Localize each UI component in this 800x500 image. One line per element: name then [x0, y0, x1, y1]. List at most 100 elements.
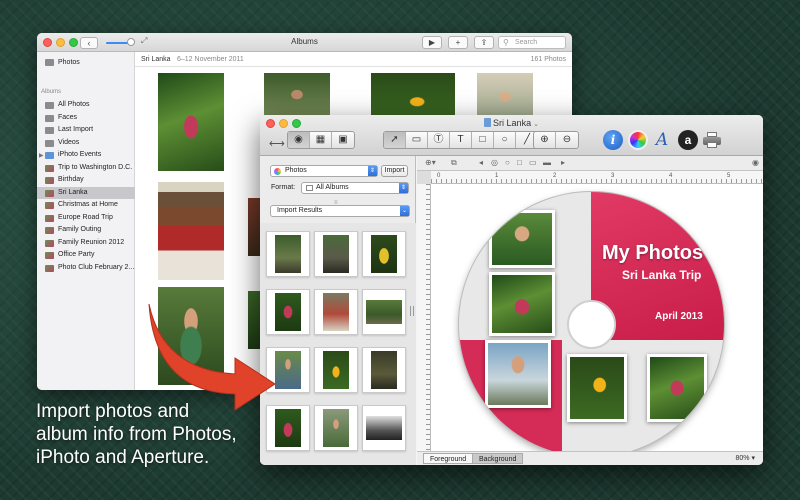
disc-photo[interactable] [567, 354, 627, 422]
backgrounds-icon[interactable]: ▣ [332, 132, 354, 148]
result-thumbnail[interactable] [314, 231, 358, 277]
disc-view-icon[interactable]: ◎ [491, 158, 498, 167]
drawing-tools: ➚ ▭ Ⓣ T □ ○ ╱ [383, 131, 539, 149]
photo-thumbnail[interactable] [371, 73, 455, 121]
sidebar-item-sri-lanka[interactable]: Sri Lanka [37, 186, 135, 199]
sidebar-item-trip-to-washington-d-c[interactable]: Trip to Washington D.C. [37, 162, 135, 174]
disc-photo[interactable] [647, 354, 707, 422]
photo-count: 161 Photos [530, 56, 566, 63]
sidebar-item-europe-road-trip[interactable]: Europe Road Trip [37, 212, 135, 224]
text-tool-icon[interactable]: T [450, 132, 472, 148]
import-button[interactable]: Import [381, 165, 408, 177]
sidebar-item-birthday[interactable]: Birthday [37, 174, 135, 186]
disc-date[interactable]: April 2013 [655, 311, 703, 322]
document-title[interactable]: Sri Lanka ⌄ [260, 118, 763, 128]
sidebar-item-label: Family Outing [58, 226, 102, 233]
chevron-down-icon: ⌄ [533, 121, 539, 128]
disclosure-triangle-icon[interactable]: ▶ [39, 150, 44, 161]
zoom-in-icon[interactable]: ⊕ [534, 132, 556, 148]
result-thumbnail[interactable] [314, 405, 358, 451]
layouts-icon[interactable]: ▦ [310, 132, 332, 148]
disc-photo[interactable] [489, 210, 555, 268]
sidebar-item-office-party[interactable]: Office Party [37, 249, 135, 261]
format-value: All Albums [316, 184, 349, 191]
print-icon[interactable] [703, 132, 721, 148]
sidebar-item-photos[interactable]: Photos [37, 56, 135, 69]
tab-background[interactable]: Background [472, 453, 524, 464]
import-results-popup[interactable]: Import Results ⌄ [270, 205, 410, 217]
zoom-out-icon[interactable]: ⊖ [556, 132, 578, 148]
disc-subtitle[interactable]: Sri Lanka Trip [622, 268, 701, 282]
wide-view-icon[interactable]: ▬ [543, 158, 551, 167]
collapse-panel-icon[interactable]: ⟷ [269, 137, 285, 150]
sidebar-item-last-import[interactable]: Last Import [37, 124, 135, 136]
album-icon [45, 202, 54, 209]
photo-thumbnail[interactable] [248, 198, 260, 256]
caption-line: album info from Photos, [36, 424, 237, 445]
disc-label[interactable]: My Photos Sri Lanka Trip April 2013 [459, 192, 724, 451]
pointer-tool-icon[interactable]: ➚ [384, 132, 406, 148]
photo-thumbnail[interactable] [158, 182, 224, 280]
album-icon [45, 227, 54, 234]
sidebar-item-family-reunion-2012[interactable]: Family Reunion 2012 [37, 237, 135, 249]
square-view-icon[interactable]: □ [517, 158, 522, 167]
sidebar-item-christmas-at-home[interactable]: Christmas at Home [37, 199, 135, 211]
ruler-tick: 4 [669, 173, 673, 179]
info-icon[interactable]: i [603, 130, 623, 150]
sidebar-item-all-photos[interactable]: All Photos [37, 99, 135, 111]
sidebar-item-label: Trip to Washington D.C. [58, 163, 133, 171]
amazon-icon[interactable]: a [678, 130, 698, 150]
curved-text-tool-icon[interactable]: Ⓣ [428, 132, 450, 148]
sidebar-item-family-outing[interactable]: Family Outing [37, 224, 135, 236]
source-value: Photos [285, 167, 307, 174]
ellipse-tool-icon[interactable]: ○ [494, 132, 516, 148]
add-button[interactable]: + [448, 36, 468, 49]
result-thumbnail[interactable] [266, 231, 310, 277]
sidebar-item-faces[interactable]: Faces [37, 112, 135, 124]
photo-thumbnail[interactable] [264, 73, 330, 121]
panel-resize-handle[interactable] [410, 306, 414, 316]
add-object-icon[interactable]: ⊕▾ [425, 158, 436, 167]
photo-browser-icon[interactable]: ◉ [288, 132, 310, 148]
sidebar-item-iphoto-events[interactable]: ▶ iPhoto Events [37, 149, 135, 161]
share-button[interactable]: ⇪ [474, 36, 494, 49]
caption-line: Import photos and [36, 401, 190, 422]
rect-view-icon[interactable]: ▭ [529, 158, 537, 167]
photo-thumbnail[interactable] [158, 73, 224, 171]
photos-icon [45, 59, 54, 66]
format-popup[interactable]: All Albums ⇕ [301, 182, 409, 194]
eye-icon[interactable]: ◉ [752, 158, 759, 167]
zoom-level[interactable]: 80% ▾ [736, 454, 755, 462]
sidebar-section-albums: Albums [41, 89, 62, 95]
text-box-tool-icon[interactable]: ▭ [406, 132, 428, 148]
result-thumbnail[interactable] [314, 289, 358, 335]
search-placeholder: Search [515, 39, 538, 46]
sidebar-item-videos[interactable]: Videos [37, 137, 135, 149]
circle-view-icon[interactable]: ○ [505, 158, 510, 167]
disc-photo[interactable] [489, 272, 555, 336]
sidebar-item-label: Faces [58, 113, 78, 121]
result-thumbnail[interactable] [362, 289, 406, 335]
arrange-icon[interactable]: ⧉ [451, 158, 457, 168]
next-icon[interactable]: ▸ [561, 158, 565, 167]
disc-title[interactable]: My Photos [602, 242, 703, 265]
result-thumbnail[interactable] [362, 405, 406, 451]
result-thumbnail[interactable] [314, 347, 358, 393]
tab-foreground[interactable]: Foreground [423, 453, 474, 464]
source-popup[interactable]: Photos ⇕ [270, 165, 378, 177]
vertical-ruler [417, 184, 431, 451]
folder-icon [45, 152, 54, 159]
album-icon [45, 252, 54, 259]
search-field[interactable]: ⚲ Search [498, 36, 566, 49]
sidebar-item-photo-club-february-2[interactable]: Photo Club February 2... [37, 262, 135, 274]
sidebar-item-label: Sri Lanka [58, 188, 88, 196]
color-picker-icon[interactable] [628, 130, 648, 150]
photo-thumbnail[interactable] [477, 73, 533, 121]
disc-photo[interactable] [485, 340, 551, 408]
slideshow-button[interactable]: ▶ [422, 36, 442, 49]
previous-icon[interactable]: ◂ [479, 158, 483, 167]
rectangle-tool-icon[interactable]: □ [472, 132, 494, 148]
result-thumbnail[interactable] [362, 231, 406, 277]
result-thumbnail[interactable] [362, 347, 406, 393]
font-icon[interactable]: A [652, 130, 672, 150]
